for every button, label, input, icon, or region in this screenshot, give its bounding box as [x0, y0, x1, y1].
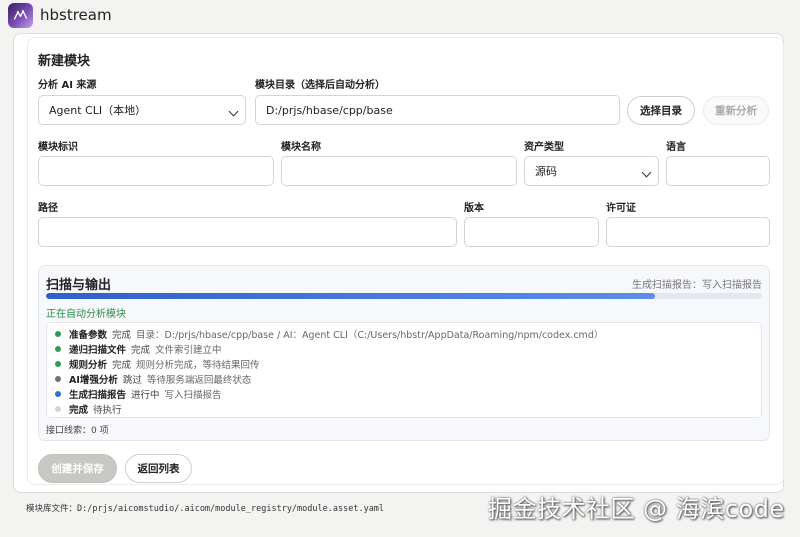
step-status-dot-icon [55, 361, 61, 367]
back-to-list-button[interactable]: 返回列表 [125, 454, 192, 483]
step-name: 完成 [69, 405, 89, 416]
step-state: 待执行 [93, 405, 122, 416]
registry-file-path: 模块库文件：D:/prjs/aicomstudio/.aicom/module_… [26, 504, 385, 514]
module-dir-input[interactable]: D:/prjs/hbase/cpp/base [255, 95, 620, 125]
scan-step-log: 准备参数 完成 目录：D:/prjs/hbase/cpp/base / AI：Age… [46, 322, 762, 418]
choose-dir-button[interactable]: 选择目录 [627, 96, 695, 125]
language-label: 语言 [666, 142, 686, 153]
step-state: 完成 [131, 345, 151, 356]
module-name-input[interactable] [281, 156, 517, 186]
reanalyze-button[interactable]: 重新分析 [703, 96, 769, 125]
step-state: 进行中 [131, 390, 160, 401]
step-detail: 规则分析完成，等待结果回传 [136, 360, 260, 371]
section-title: 新建模块 [38, 54, 91, 69]
scan-step-row: 规则分析 完成 规则分析完成，等待结果回传 [55, 357, 260, 371]
step-status-dot-icon [55, 346, 61, 352]
watermark-text: 掘金技术社区 @ 海滨code [488, 495, 785, 523]
path-input[interactable] [38, 217, 457, 247]
ai-source-label: 分析 AI 来源 [38, 80, 97, 91]
module-id-input[interactable] [38, 156, 274, 186]
step-state: 完成 [112, 360, 132, 371]
scan-step-row: AI增强分析 跳过 等待服务端返回最终状态 [55, 372, 251, 386]
app-title: hbstream [40, 6, 112, 24]
scan-current-status: 生成扫描报告：写入扫描报告 [632, 280, 762, 291]
license-label: 许可证 [606, 203, 636, 214]
step-state: 完成 [112, 330, 132, 341]
step-state: 跳过 [122, 375, 142, 386]
module-id-label: 模块标识 [38, 142, 78, 153]
step-name: 生成扫描报告 [69, 390, 127, 401]
step-detail: 等待服务端返回最终状态 [146, 375, 252, 386]
interface-hint: 接口线索：0 项 [46, 426, 109, 436]
step-status-dot-icon [55, 391, 61, 397]
asset-type-value: 源码 [535, 165, 557, 178]
license-input[interactable] [606, 217, 770, 247]
step-name: 递归扫描文件 [69, 345, 127, 356]
title-bar: hbstream [0, 0, 800, 30]
scan-step-row: 递归扫描文件 完成 文件索引建立中 [55, 342, 222, 356]
path-label: 路径 [38, 203, 58, 214]
step-name: AI增强分析 [69, 375, 118, 386]
language-input[interactable] [666, 156, 770, 186]
step-name: 准备参数 [69, 330, 108, 341]
scan-step-row: 完成 待执行 [55, 402, 122, 416]
asset-type-select[interactable]: 源码 [524, 156, 659, 186]
create-save-button[interactable]: 创建并保存 [38, 454, 117, 483]
step-detail: 文件索引建立中 [155, 345, 222, 356]
asset-type-label: 资产类型 [524, 142, 564, 153]
module-dir-label: 模块目录（选择后自动分析） [255, 80, 385, 91]
step-status-dot-icon [55, 406, 61, 412]
step-detail: 目录：D:/prjs/hbase/cpp/base / AI：Agent CLI… [136, 330, 604, 341]
app-logo-icon [8, 3, 33, 28]
module-dir-value: D:/prjs/hbase/cpp/base [266, 103, 393, 117]
scan-progress-fill [46, 293, 655, 299]
version-label: 版本 [464, 203, 484, 214]
version-input[interactable] [464, 217, 599, 247]
ai-source-value: Agent CLI（本地） [49, 104, 147, 117]
auto-analysis-status: 正在自动分析模块 [46, 309, 126, 320]
step-status-dot-icon [55, 331, 61, 337]
scan-progress-bar [46, 293, 762, 299]
scan-step-row: 准备参数 完成 目录：D:/prjs/hbase/cpp/base / AI：Age… [55, 327, 603, 341]
ai-source-select[interactable]: Agent CLI（本地） [38, 95, 246, 125]
step-detail: 写入扫描报告 [164, 390, 222, 401]
scan-title: 扫描与输出 [46, 278, 112, 293]
step-name: 规则分析 [69, 360, 108, 371]
module-name-label: 模块名称 [281, 142, 321, 153]
step-status-dot-icon [55, 376, 61, 382]
scan-step-row: 生成扫描报告 进行中 写入扫描报告 [55, 387, 222, 401]
